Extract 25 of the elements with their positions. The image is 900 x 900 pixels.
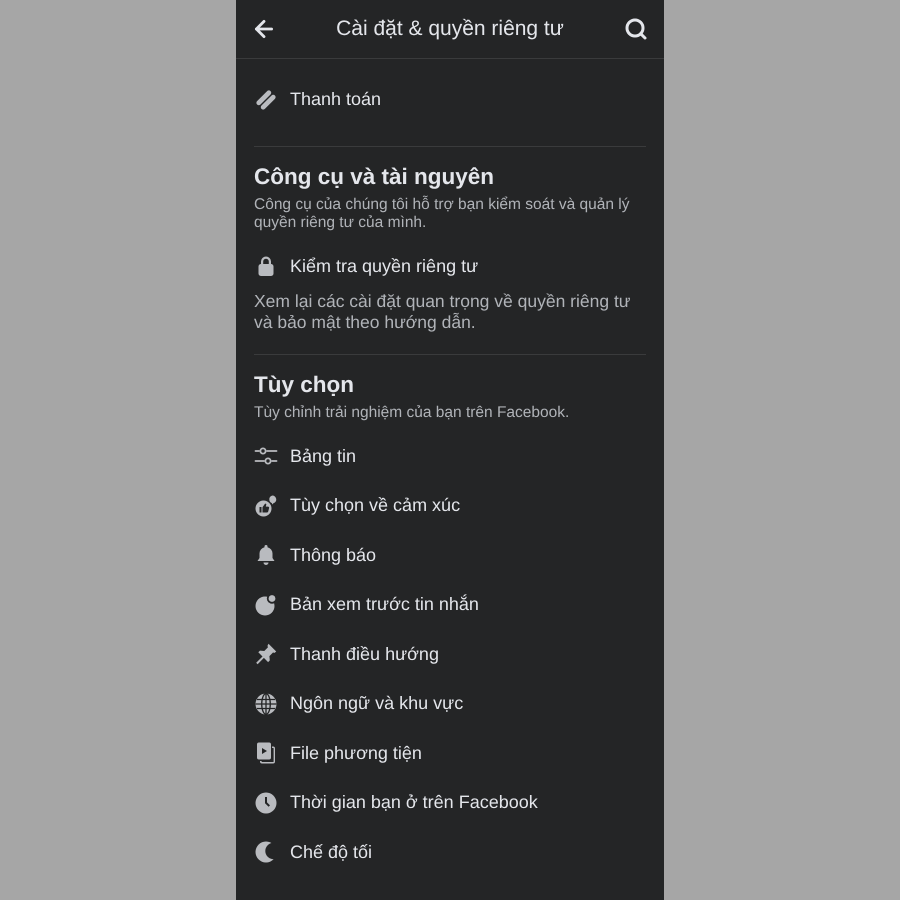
menu-item[interactable]: Bản xem trước tin nhắn [254, 580, 646, 630]
item-description: Xem lại các cài đặt quan trọng về quyền riêng tư và bảo mật theo hướng dẫn. [254, 291, 632, 333]
section-title: Công cụ và tài nguyên [254, 162, 496, 190]
section-description: Tùy chỉnh trải nghiệm của bạn trên Facebook. [254, 404, 570, 422]
media-play-icon [254, 741, 278, 766]
menu-item[interactable]: Thanh toán [254, 75, 646, 124]
menu-item[interactable]: File phương tiện [254, 728, 646, 778]
pushpin-icon [254, 642, 278, 666]
menu-item[interactable]: Kiểm tra quyền riêng tư [254, 242, 646, 291]
menu-item[interactable]: Bảng tin [254, 432, 646, 481]
menu-item[interactable]: Thời gian bạn ở trên Facebook [254, 778, 646, 828]
search-icon [624, 17, 648, 41]
screen-title: Cài đặt & quyền riêng tư [335, 17, 565, 41]
menu-item[interactable]: Ngôn ngữ và khu vực [254, 679, 646, 728]
menu-item[interactable]: Thanh điều hướng [254, 630, 646, 679]
menu-item[interactable]: Thông báo [254, 530, 646, 580]
thumbs-up-icon [254, 494, 278, 518]
globe-icon [254, 692, 278, 716]
menu-item[interactable]: Tùy chọn về cảm xúc [254, 481, 646, 530]
menu-item[interactable]: Chế độ tối [254, 828, 646, 877]
section-title: Tùy chọn [254, 371, 355, 399]
circle-dot-icon [254, 592, 278, 617]
clock-icon [254, 790, 278, 815]
diagonal-stripes-icon [254, 88, 278, 112]
section-description: Công cụ của chúng tôi hỗ trợ bạn kiểm soát và quản lý quyền riêng tư của mình. [254, 196, 630, 232]
